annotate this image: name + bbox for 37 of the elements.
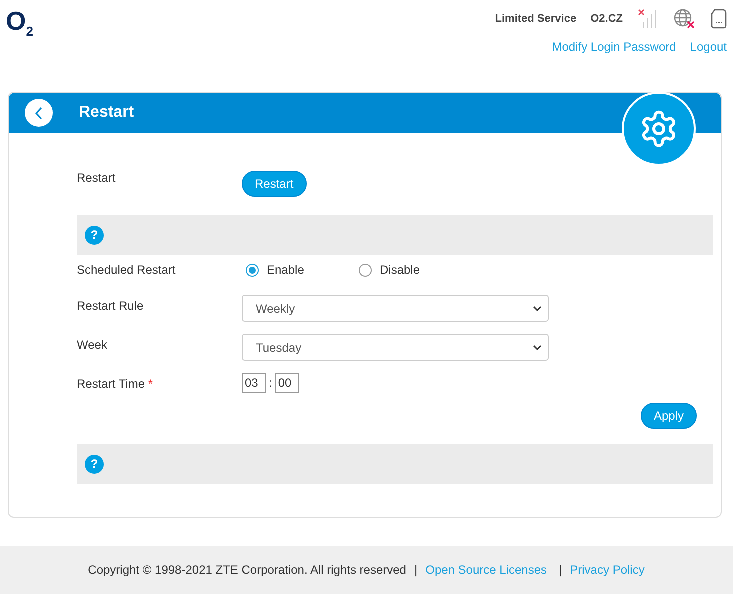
header-link[interactable]: Logout <box>690 40 727 54</box>
restart-button[interactable]: Restart <box>242 171 307 197</box>
hour-field[interactable]: 03 <box>242 373 266 393</box>
logo: O$_{2}$ <box>6 8 34 42</box>
sim-card-icon <box>711 9 727 29</box>
radio-icon[interactable] <box>359 264 372 276</box>
minute-field[interactable]: 00 <box>275 373 300 393</box>
chevron-down-icon <box>533 306 542 312</box>
apply-button[interactable]: Apply <box>640 403 697 429</box>
radio-option[interactable]: Disable <box>355 263 468 277</box>
footer-link[interactable]: Privacy Policy <box>570 563 645 577</box>
no-signal-icon <box>637 8 659 30</box>
field-label: Restart Rule <box>77 298 145 313</box>
dropdown[interactable]: Tuesday <box>242 334 549 361</box>
radio-icon[interactable] <box>246 264 259 276</box>
field-label: Restart <box>77 171 117 185</box>
separator: | <box>559 563 562 577</box>
service-status: Limited Service <box>495 13 577 25</box>
chevron-down-icon <box>533 344 542 350</box>
help-icon[interactable]: ? <box>85 226 104 244</box>
field-label: Week <box>77 337 108 352</box>
back-icon <box>35 106 43 120</box>
field-label: Scheduled Restart <box>77 263 177 277</box>
help-icon[interactable]: ? <box>85 454 104 474</box>
panel-title: Restart <box>79 104 134 122</box>
back-button[interactable] <box>25 99 53 127</box>
required-mark: * <box>148 377 154 391</box>
field-label: Restart Time * <box>77 376 154 391</box>
operator-name: O2.CZ <box>590 13 623 25</box>
header-link[interactable]: Modify Login Password <box>552 40 676 54</box>
footer-link[interactable]: Open Source Licenses <box>426 563 548 577</box>
globe-offline-icon <box>673 8 697 30</box>
dropdown[interactable]: Weekly <box>242 295 549 322</box>
radio-option[interactable]: Enable <box>242 263 355 277</box>
copyright-text: Copyright © 1998-2021 ZTE Corporation. All rights reserved <box>88 563 406 577</box>
separator: | <box>414 563 418 577</box>
time-separator: : <box>268 375 274 392</box>
